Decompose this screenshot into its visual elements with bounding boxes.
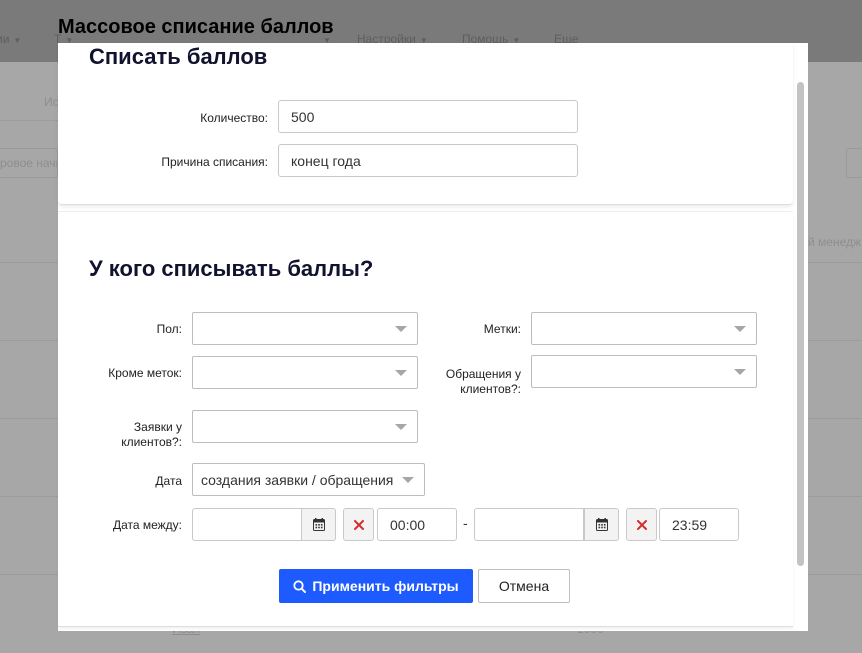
client-requests-select[interactable] <box>531 355 757 388</box>
chevron-down-icon <box>734 369 746 375</box>
time-to-input[interactable] <box>659 508 739 541</box>
quantity-label: Количество: <box>200 111 268 125</box>
gender-label: Пол: <box>156 322 182 336</box>
bg-divider <box>806 340 862 341</box>
search-icon <box>293 579 307 593</box>
date-label: Дата <box>155 474 182 488</box>
bg-tab: Ис <box>44 95 59 109</box>
chevron-down-icon <box>395 326 407 332</box>
date-to-calendar-button[interactable] <box>584 508 619 541</box>
time-from-input[interactable] <box>377 508 457 541</box>
close-icon <box>636 519 647 530</box>
bg-right-button <box>846 148 862 178</box>
bg-divider <box>806 496 862 497</box>
reason-label: Причина списания: <box>161 155 268 169</box>
date-type-value: создания заявки / обращения <box>201 472 394 488</box>
date-to-clear-button[interactable] <box>626 508 657 541</box>
date-to-input[interactable] <box>474 508 584 541</box>
chevron-down-icon <box>395 370 407 376</box>
except-tags-select[interactable] <box>192 356 418 389</box>
bg-column-header: й менедж <box>808 235 862 249</box>
except-tags-label: Кроме меток: <box>108 366 182 380</box>
tags-label: Метки: <box>483 322 521 336</box>
client-requests-label: Обращения у клиентов?: <box>445 367 521 396</box>
close-icon <box>353 519 364 530</box>
chevron-down-icon <box>402 477 414 483</box>
tags-select[interactable] <box>531 312 757 345</box>
filter-section-title: У кого списывать баллы? <box>89 256 374 281</box>
date-between-label: Дата между: <box>112 518 182 532</box>
date-type-select[interactable]: создания заявки / обращения <box>192 463 425 496</box>
modal-title: Массовое списание баллов <box>58 16 334 38</box>
client-orders-select[interactable] <box>192 410 418 443</box>
bg-divider <box>0 340 60 341</box>
reason-input[interactable] <box>278 144 578 177</box>
modal-dialog: Списать баллов Количество: Причина списа… <box>58 43 808 631</box>
bg-divider <box>0 496 60 497</box>
apply-filters-button[interactable]: Применить фильтры <box>279 569 473 603</box>
deduct-section-title: Списать баллов <box>89 44 268 69</box>
date-from-calendar-button[interactable] <box>301 508 336 541</box>
bg-divider <box>0 262 60 263</box>
chevron-down-icon <box>734 326 746 332</box>
time-range-separator: - <box>463 515 468 531</box>
bg-nav-item: ии▼ <box>0 32 22 46</box>
cancel-button[interactable]: Отмена <box>478 569 570 603</box>
calendar-icon <box>312 518 325 531</box>
bg-divider <box>0 418 60 419</box>
gender-select[interactable] <box>192 312 418 345</box>
bg-divider <box>806 262 862 263</box>
bg-divider <box>0 120 60 121</box>
client-orders-label: Заявки у клиентов?: <box>121 420 182 449</box>
chevron-down-icon <box>395 424 407 430</box>
deduct-card: Списать баллов Количество: Причина списа… <box>58 43 793 205</box>
calendar-icon <box>595 518 608 531</box>
apply-filters-label: Применить фильтры <box>312 578 459 594</box>
bg-search-input: ровое начи <box>0 148 58 178</box>
date-from-clear-button[interactable] <box>343 508 374 541</box>
modal-scrollbar-thumb[interactable] <box>797 82 804 566</box>
bg-divider <box>806 418 862 419</box>
quantity-input[interactable] <box>278 100 578 133</box>
filter-card: У кого списывать баллы? Пол: Метки: Кром… <box>58 211 793 627</box>
bg-divider <box>806 574 862 575</box>
bg-divider <box>0 574 60 575</box>
date-from-input[interactable] <box>192 508 302 541</box>
